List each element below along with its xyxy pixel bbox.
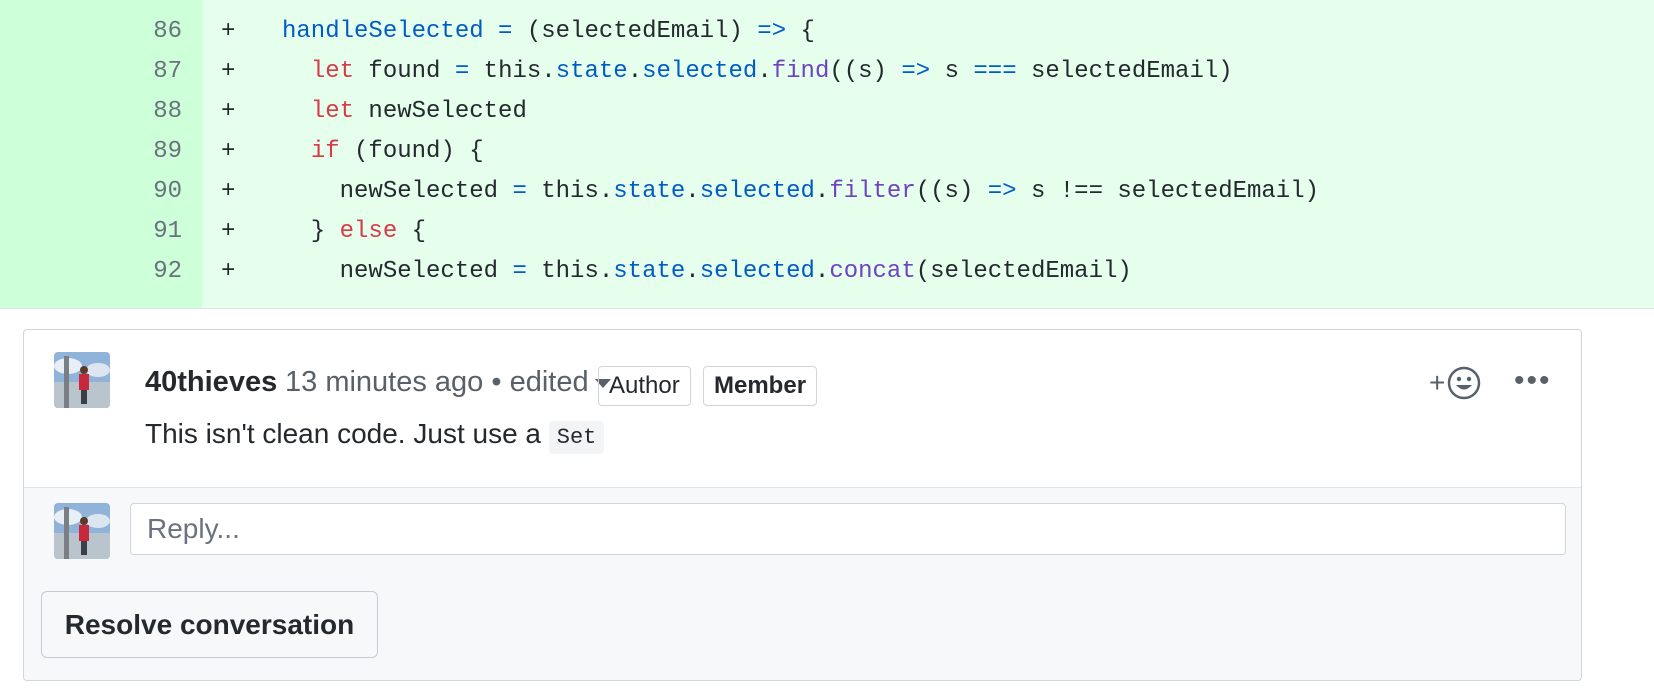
diff-block: 86 + handleSelected = (selectedEmail) => {… <box>0 0 1654 309</box>
code-token: . <box>685 178 700 205</box>
added-marker: + <box>221 58 236 85</box>
line-number[interactable]: 86 <box>0 11 182 53</box>
resolve-section: Resolve conversation <box>24 574 1581 680</box>
diff-line: 86 + handleSelected = (selectedEmail) => { <box>0 11 1654 53</box>
code-token: state <box>613 258 686 285</box>
comment-body: This isn't clean code. Just use a Set <box>145 418 605 454</box>
diff-line: 91 + } else { <box>0 211 1654 253</box>
code-token: => <box>987 178 1017 205</box>
code-line: newSelected = this.state.selected.concat… <box>282 251 1132 293</box>
code-token: } <box>282 218 340 245</box>
line-number[interactable]: 87 <box>0 51 182 93</box>
code-token: ((s) <box>829 58 902 85</box>
member-badge: Member <box>703 366 818 406</box>
code-token: { <box>397 218 427 245</box>
code-token: = <box>498 18 513 45</box>
added-marker: + <box>221 258 236 285</box>
code-token: . <box>627 58 643 85</box>
edited-dropdown[interactable]: • edited <box>491 366 588 398</box>
code-token: (found) { <box>339 138 484 165</box>
reaction-plus: + <box>1429 367 1446 398</box>
code-token: s !== selectedEmail) <box>1016 178 1320 205</box>
smiley-icon <box>1448 366 1481 400</box>
author-badge: Author <box>598 366 691 406</box>
line-number[interactable]: 91 <box>0 211 182 253</box>
add-reaction-button[interactable]: + <box>1429 366 1481 400</box>
code-token: selected <box>699 178 815 205</box>
code-token: newSelected <box>282 178 513 205</box>
line-number[interactable]: 92 <box>0 251 182 293</box>
code-token: newSelected <box>282 258 513 285</box>
code-token: else <box>339 218 398 245</box>
added-marker: + <box>221 98 236 125</box>
code-token: { <box>786 18 815 45</box>
code-token: this. <box>526 258 614 285</box>
code-line: let found = this.state.selected.find((s)… <box>282 51 1233 93</box>
line-number[interactable]: 88 <box>0 91 182 133</box>
code-line: } else { <box>282 211 426 253</box>
code-token: (selectedEmail) <box>512 18 758 45</box>
code-line: if (found) { <box>282 131 484 173</box>
added-marker: + <box>221 218 236 245</box>
code-token: let <box>310 58 355 85</box>
code-token: = <box>454 58 470 85</box>
code-token: state <box>613 178 686 205</box>
code-token: found <box>354 58 455 85</box>
code-token: handleSelected <box>282 18 484 45</box>
diff-line: 88 + let newSelected <box>0 91 1654 133</box>
code-token: = <box>512 258 527 285</box>
code-token: . <box>814 178 830 205</box>
code-token: selected <box>699 258 815 285</box>
code-token: . <box>814 258 830 285</box>
diff-line: 89 + if (found) { <box>0 131 1654 173</box>
added-marker: + <box>221 18 236 45</box>
line-number[interactable]: 90 <box>0 171 182 213</box>
resolve-conversation-button[interactable]: Resolve conversation <box>41 591 378 658</box>
diff-line: 92 + newSelected = this.state.selected.co… <box>0 251 1654 293</box>
code-line: let newSelected <box>282 91 527 133</box>
code-token: this. <box>469 58 556 85</box>
diff-line: 90 + newSelected = this.state.selected.fi… <box>0 171 1654 213</box>
reply-section <box>24 487 1581 575</box>
comment-author[interactable]: 40thieves <box>145 366 277 399</box>
code-token: s <box>930 58 974 85</box>
code-line: handleSelected = (selectedEmail) => { <box>282 11 815 53</box>
code-token: this. <box>526 178 614 205</box>
line-number[interactable]: 89 <box>0 131 182 173</box>
inline-code: Set <box>548 421 605 454</box>
code-token: . <box>685 258 700 285</box>
added-marker: + <box>221 138 236 165</box>
code-token: filter <box>829 178 916 205</box>
code-token: => <box>901 58 931 85</box>
current-user-avatar <box>54 503 110 559</box>
code-token: find <box>771 58 830 85</box>
code-token: (selectedEmail) <box>915 258 1132 285</box>
code-token: state <box>555 58 628 85</box>
code-token: ((s) <box>915 178 988 205</box>
review-comment-thread: 40thieves 13 minutes ago • edited Author… <box>23 329 1582 681</box>
author-avatar[interactable] <box>54 352 110 408</box>
added-marker: + <box>221 178 236 205</box>
code-token: selectedEmail) <box>1016 58 1233 85</box>
comment-body-text: This isn't clean code. Just use a <box>145 418 541 449</box>
reply-input[interactable] <box>130 503 1566 555</box>
diff-line: 87 + let found = this.state.selected.find… <box>0 51 1654 93</box>
code-token: = <box>512 178 527 205</box>
code-token: let <box>310 98 355 125</box>
code-line: newSelected = this.state.selected.filter… <box>282 171 1319 213</box>
code-token: . <box>757 58 772 85</box>
code-token: concat <box>829 258 916 285</box>
comment-meta[interactable]: 13 minutes ago • edited <box>285 366 611 399</box>
code-token: => <box>757 18 787 45</box>
comment-timestamp[interactable]: 13 minutes ago <box>285 366 483 398</box>
code-token: if <box>310 138 340 165</box>
code-token: === <box>973 58 1017 85</box>
code-token: newSelected <box>354 98 527 125</box>
kebab-icon[interactable]: ••• <box>1514 364 1552 398</box>
code-token: selected <box>642 58 758 85</box>
